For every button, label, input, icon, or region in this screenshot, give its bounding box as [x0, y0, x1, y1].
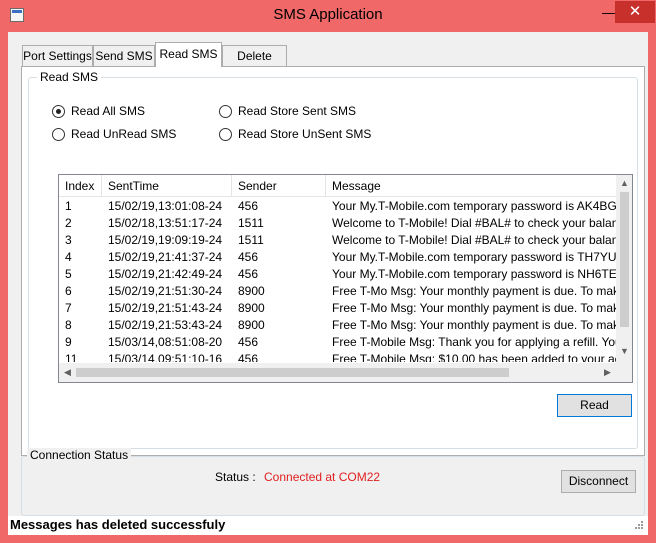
cell-message: Free T-Mo Msg: Your monthly payment is d…	[332, 318, 617, 332]
cell-senttime: 15/02/19,13:01:08-24	[108, 199, 223, 213]
cell-senttime: 15/02/19,21:53:43-24	[108, 318, 223, 332]
cell-sender: 1511	[238, 216, 264, 230]
table-row[interactable]: 11 15/03/14,09:51:10-16 456 Free T-Mobil…	[59, 351, 617, 362]
title-bar[interactable]: SMS Application — ✕	[0, 0, 656, 32]
cell-sender: 456	[238, 352, 259, 362]
radio-read-all[interactable]: Read All SMS	[52, 104, 145, 118]
cell-index: 9	[65, 335, 72, 349]
table-row[interactable]: 3 15/02/19,19:09:19-24 1511 Welcome to T…	[59, 232, 617, 249]
radio-read-store-unsent-indicator[interactable]	[219, 127, 232, 141]
cell-sender: 8900	[238, 284, 265, 298]
radio-read-store-sent[interactable]: Read Store Sent SMS	[219, 104, 356, 118]
tab-port-settings[interactable]: Port Settings	[22, 45, 93, 66]
read-sms-group: Read SMS Read All SMS Read UnRead SMS Re…	[28, 70, 638, 449]
scroll-right-icon[interactable]: ▶	[599, 363, 616, 382]
cell-senttime: 15/03/14,08:51:08-20	[108, 335, 223, 349]
table-row[interactable]: 1 15/02/19,13:01:08-24 456 Your My.T-Mob…	[59, 198, 617, 215]
resize-grip-icon[interactable]	[632, 520, 644, 532]
cell-senttime: 15/02/19,21:51:30-24	[108, 284, 223, 298]
cell-message: Your My.T-Mobile.com temporary password …	[332, 250, 617, 264]
scroll-up-icon[interactable]: ▲	[616, 175, 632, 192]
cell-message: Free T-Mo Msg: Your monthly payment is d…	[332, 301, 617, 315]
cell-sender: 456	[238, 335, 259, 349]
status-value: Connected at COM22	[264, 470, 381, 484]
horizontal-scroll-thumb[interactable]	[76, 368, 509, 377]
radio-read-unread-indicator[interactable]	[52, 127, 65, 141]
cell-message: Free T-Mobile Msg: Thank you for applyin…	[332, 335, 617, 349]
cell-index: 7	[65, 301, 72, 315]
column-header-index[interactable]: Index	[59, 175, 102, 197]
tab-read-sms[interactable]: Read SMS	[155, 42, 222, 67]
radio-read-unread-label: Read UnRead SMS	[71, 127, 177, 141]
table-row[interactable]: 5 15/02/19,21:42:49-24 456 Your My.T-Mob…	[59, 266, 617, 283]
radio-read-unread[interactable]: Read UnRead SMS	[52, 127, 176, 141]
cell-sender: 456	[238, 267, 259, 281]
tab-delete-sms[interactable]: Delete SMS	[222, 45, 287, 83]
radio-read-store-sent-label: Read Store Sent SMS	[238, 104, 357, 118]
cell-message: Welcome to T-Mobile! Dial #BAL# to check…	[332, 216, 617, 230]
radio-read-store-sent-indicator[interactable]	[219, 104, 232, 118]
cell-index: 1	[65, 199, 72, 213]
cell-senttime: 15/02/19,21:42:49-24	[108, 267, 223, 281]
connection-status-group: Connection Status Status : Connected at …	[21, 448, 645, 516]
vertical-scrollbar[interactable]: ▲ ▼	[616, 175, 632, 363]
tab-send-sms[interactable]: Send SMS	[93, 45, 155, 66]
cell-index: 4	[65, 250, 72, 264]
cell-sender: 8900	[238, 301, 265, 315]
cell-index: 8	[65, 318, 72, 332]
scroll-down-icon[interactable]: ▼	[616, 343, 632, 360]
table-row[interactable]: 9 15/03/14,08:51:08-20 456 Free T-Mobile…	[59, 334, 617, 351]
column-header-message[interactable]: Message	[326, 175, 632, 197]
radio-read-all-label: Read All SMS	[71, 104, 146, 118]
table-row[interactable]: 2 15/02/18,13:51:17-24 1511 Welcome to T…	[59, 215, 617, 232]
column-header-senttime[interactable]: SentTime	[102, 175, 232, 197]
cell-message: Free T-Mobile Msg: $10.00 has been added…	[332, 352, 617, 362]
app-window: SMS Application — ✕ Port Settings Send S…	[0, 0, 656, 543]
column-header-sender[interactable]: Sender	[232, 175, 326, 197]
cell-senttime: 15/02/19,21:41:37-24	[108, 250, 223, 264]
radio-read-store-unsent[interactable]: Read Store UnSent SMS	[219, 127, 371, 141]
cell-message: Your My.T-Mobile.com temporary password …	[332, 199, 617, 213]
cell-message: Free T-Mo Msg: Your monthly payment is d…	[332, 284, 617, 298]
cell-sender: 456	[238, 250, 259, 264]
cell-sender: 456	[238, 199, 259, 213]
table-row[interactable]: 7 15/02/19,21:51:43-24 8900 Free T-Mo Ms…	[59, 300, 617, 317]
table-row[interactable]: 6 15/02/19,21:51:30-24 8900 Free T-Mo Ms…	[59, 283, 617, 300]
status-label: Status :	[215, 470, 256, 484]
table-row[interactable]: 4 15/02/19,21:41:37-24 456 Your My.T-Mob…	[59, 249, 617, 266]
cell-sender: 1511	[238, 233, 264, 247]
radio-read-store-unsent-label: Read Store UnSent SMS	[238, 127, 372, 141]
cell-senttime: 15/03/14,09:51:10-16	[108, 352, 223, 362]
cell-senttime: 15/02/18,13:51:17-24	[108, 216, 223, 230]
client-area: Port Settings Send SMS Read SMS Delete S…	[8, 32, 648, 535]
status-strip: Messages has deleted successfuly	[8, 516, 648, 535]
connection-status-title: Connection Status	[27, 448, 132, 462]
cell-index: 5	[65, 267, 72, 281]
read-sms-group-title: Read SMS	[37, 70, 102, 84]
cell-sender: 8900	[238, 318, 265, 332]
radio-read-all-indicator[interactable]	[52, 104, 65, 118]
scrollbar-corner	[616, 363, 632, 382]
sms-list-header: Index SentTime Sender Message	[59, 175, 632, 197]
scroll-left-icon[interactable]: ◀	[59, 363, 76, 382]
cell-index: 6	[65, 284, 72, 298]
sms-list[interactable]: Index SentTime Sender Message 1 15/02/19…	[58, 174, 633, 383]
cell-senttime: 15/02/19,19:09:19-24	[108, 233, 223, 247]
sms-list-rows: 1 15/02/19,13:01:08-24 456 Your My.T-Mob…	[59, 198, 617, 362]
table-row[interactable]: 8 15/02/19,21:53:43-24 8900 Free T-Mo Ms…	[59, 317, 617, 334]
cell-message: Your My.T-Mobile.com temporary password …	[332, 267, 617, 281]
disconnect-button[interactable]: Disconnect	[561, 470, 636, 493]
read-sms-panel: Read SMS Read All SMS Read UnRead SMS Re…	[21, 66, 645, 456]
footer-message: Messages has deleted successfuly	[10, 517, 226, 532]
read-button[interactable]: Read	[557, 394, 632, 417]
window-title: SMS Application	[273, 6, 383, 23]
cell-index: 3	[65, 233, 72, 247]
vertical-scroll-thumb[interactable]	[620, 192, 629, 327]
horizontal-scrollbar[interactable]: ◀ ▶	[59, 363, 632, 382]
cell-index: 2	[65, 216, 72, 230]
cell-index: 11	[65, 352, 78, 362]
cell-message: Welcome to T-Mobile! Dial #BAL# to check…	[332, 233, 617, 247]
close-button[interactable]: ✕	[615, 1, 655, 23]
cell-senttime: 15/02/19,21:51:43-24	[108, 301, 223, 315]
